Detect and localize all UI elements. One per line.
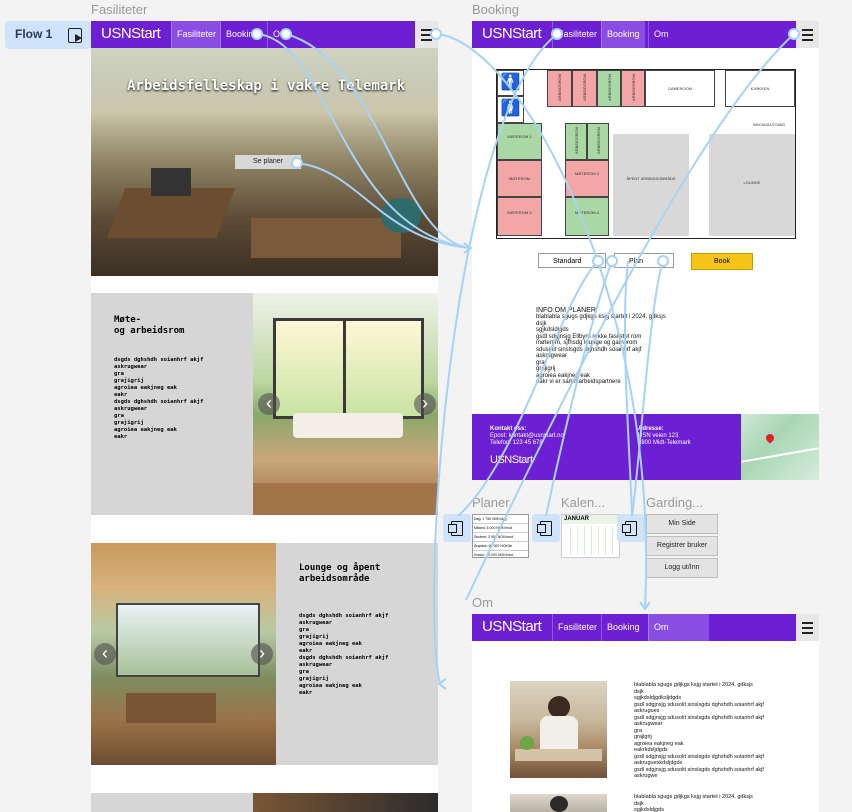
flow-connectors [251, 28, 800, 690]
